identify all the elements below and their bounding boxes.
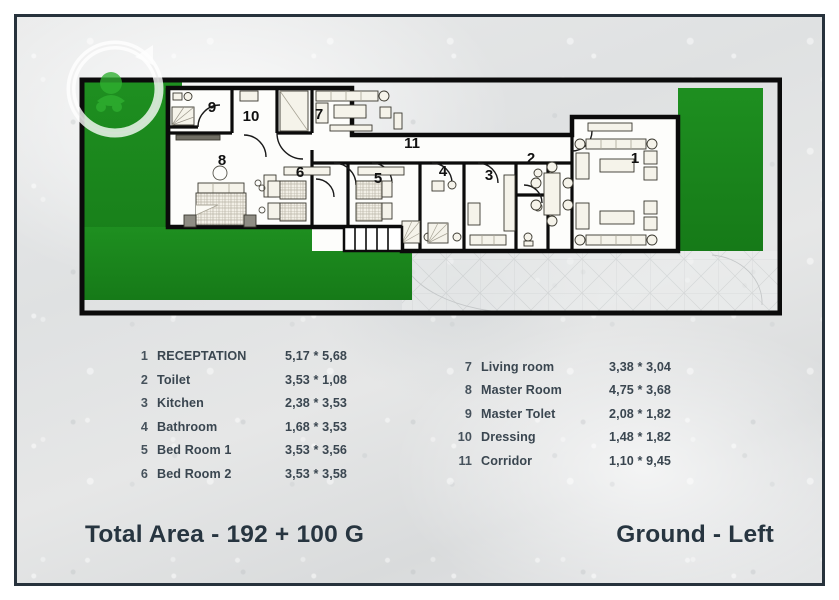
legend-room-name: RECEPTATION	[157, 349, 247, 363]
legend-room-name: Toilet	[157, 372, 191, 387]
floor-side-label: Ground - Left	[616, 521, 774, 548]
plan-frame: 1 2 3 4 5 6 7 8 9 10 11 1 RECEPTATION 5,17 * 5,68 2 To…	[14, 14, 825, 586]
legend-room-number: 10	[457, 430, 472, 445]
legend-room-name: Corridor	[481, 453, 533, 468]
legend-row: 11 Corridor 1,10 * 9,45	[451, 454, 701, 477]
legend-room-number: 5	[140, 443, 148, 457]
legend-column-right: 7 Living room 3,38 * 3,04 8 Master Room 4,75 …	[451, 349, 701, 490]
legend-room-name: Master Room	[481, 383, 562, 398]
screenshot-root: 1 2 3 4 5 6 7 8 9 10 11 1 RECEPTATION 5,17 * 5,68 2 To…	[0, 0, 839, 600]
legend-room-dimensions: 3,53 * 3,58	[285, 466, 348, 481]
footer: Total Area - 192 + 100 G Ground - Left	[17, 521, 822, 561]
legend-row: 10 Dressing 1,48 * 1,82	[451, 430, 701, 453]
legend-row: 8 Master Room 4,75 * 3,68	[451, 383, 701, 406]
legend-room-number: 6	[140, 466, 148, 481]
legend-room-name: Living room	[481, 360, 555, 374]
paved-apron	[401, 250, 780, 314]
plan-room-number-kitchen: 3	[485, 167, 493, 184]
legend-room-number: 3	[140, 396, 148, 410]
plan-room-number-bed-room-2: 6	[296, 164, 304, 181]
legend-room-number: 9	[464, 406, 472, 421]
legend-row: 7 Living room 3,38 * 3,04	[451, 360, 701, 383]
plan-room-number-master-tolet: 9	[208, 99, 216, 116]
legend-room-number: 2	[140, 372, 148, 387]
legend-room-name: Bathroom	[157, 419, 218, 434]
legend-room-dimensions: 2,08 * 1,82	[609, 406, 672, 421]
total-area-label: Total Area - 192 + 100 G	[85, 521, 365, 548]
legend-room-dimensions: 1,48 * 1,82	[609, 430, 672, 445]
legend-room-name: Bed Room 2	[157, 466, 232, 481]
plan-room-number-master-room: 8	[218, 152, 226, 169]
room-legend: 1 RECEPTATION 5,17 * 5,68 2 Toilet 3,53 * 1,0…	[127, 349, 737, 490]
legend-room-number: 1	[140, 349, 148, 363]
legend-room-number: 4	[140, 419, 148, 434]
legend-room-dimensions: 1,68 * 3,53	[285, 419, 348, 434]
exterior-staircase	[342, 225, 404, 253]
plan-room-number-receptation: 1	[631, 150, 639, 167]
legend-room-dimensions: 3,53 * 1,08	[285, 372, 348, 387]
plan-room-number-living-room: 7	[315, 106, 323, 123]
legend-row: 5 Bed Room 1 3,53 * 3,56	[127, 443, 377, 467]
legend-row: 9 Master Tolet 2,08 * 1,82	[451, 407, 701, 430]
legend-row: 4 Bathroom 1,68 * 3,53	[127, 420, 377, 444]
legend-room-number: 7	[464, 360, 472, 374]
plan-room-number-bed-room-1: 5	[374, 170, 382, 187]
legend-room-number: 11	[458, 453, 472, 468]
plan-room-number-bathroom: 4	[439, 163, 448, 180]
legend-room-dimensions: 1,10 * 9,45	[609, 453, 672, 468]
legend-row: 1 RECEPTATION 5,17 * 5,68	[127, 349, 377, 373]
legend-row: 3 Kitchen 2,38 * 3,53	[127, 396, 377, 420]
legend-room-dimensions: 3,38 * 3,04	[609, 360, 672, 374]
legend-room-name: Master Tolet	[481, 406, 556, 421]
legend-room-dimensions: 2,38 * 3,53	[285, 396, 348, 410]
legend-room-name: Dressing	[481, 430, 536, 445]
legend-column-left: 1 RECEPTATION 5,17 * 5,68 2 Toilet 3,53 * 1,0…	[127, 349, 377, 490]
legend-room-number: 8	[464, 383, 472, 398]
floor-plan-drawing: 1 2 3 4 5 6 7 8 9 10 11	[79, 77, 782, 316]
legend-row: 2 Toilet 3,53 * 1,08	[127, 373, 377, 397]
plan-room-number-toilet: 2	[527, 150, 535, 167]
legend-room-dimensions: 3,53 * 3,56	[285, 443, 348, 457]
plan-room-number-corridor: 11	[404, 135, 420, 152]
legend-room-name: Bed Room 1	[157, 443, 232, 457]
legend-room-dimensions: 4,75 * 3,68	[609, 383, 672, 398]
legend-row: 6 Bed Room 2 3,53 * 3,58	[127, 467, 377, 491]
plan-room-number-dressing: 10	[243, 108, 260, 125]
legend-room-dimensions: 5,17 * 5,68	[285, 349, 348, 363]
legend-room-name: Kitchen	[157, 396, 204, 410]
